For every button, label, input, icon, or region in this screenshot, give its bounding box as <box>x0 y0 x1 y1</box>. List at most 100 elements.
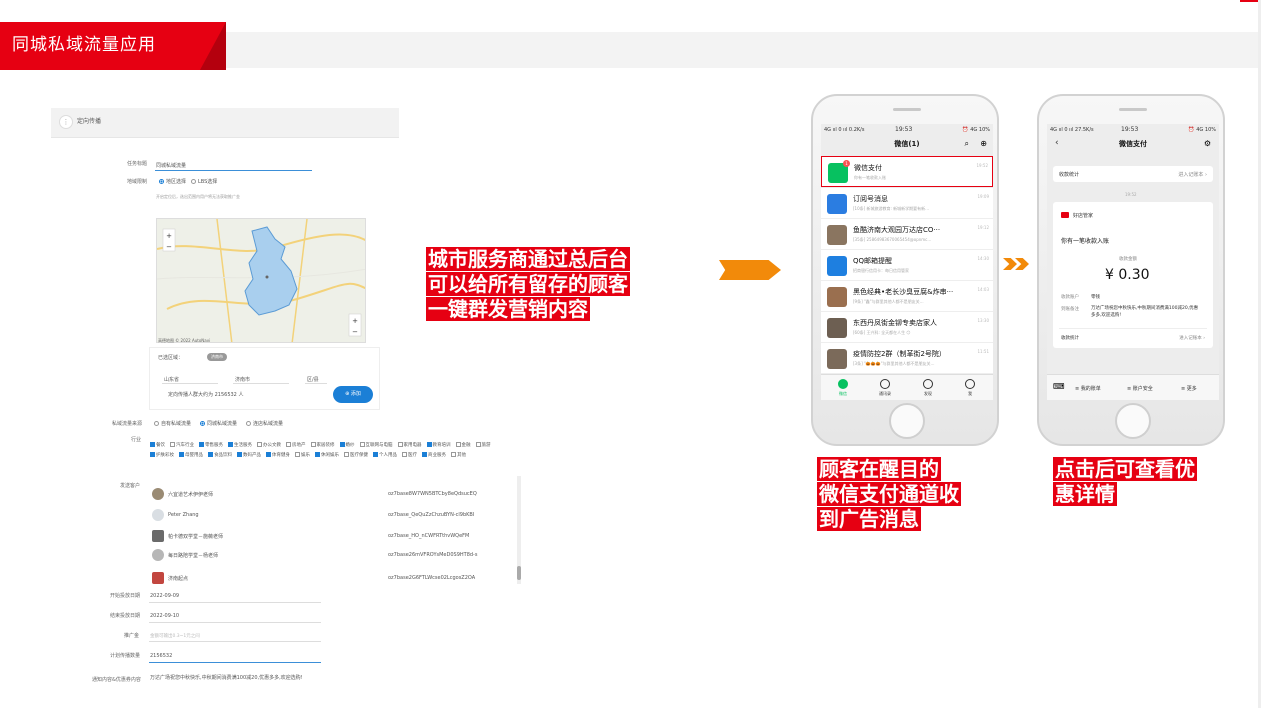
chat-item-wechat-pay[interactable]: 1 微信支付 你有一笔收款入账 19:52 <box>821 156 993 187</box>
industry-checkbox[interactable]: 食品饮料 <box>208 451 232 461</box>
industry-label-text: 医疗保健 <box>350 453 368 458</box>
industry-checkbox[interactable]: 医疗保健 <box>344 451 368 461</box>
svg-text:−: − <box>166 243 172 251</box>
customer-row[interactable]: 每日路陪学堂－杨老师 oz7base26mVFROYsMeD0S9HT8d-s <box>152 547 512 565</box>
stats-bar[interactable]: 收款统计 进入记账本 › <box>1053 166 1213 182</box>
industry-checkbox[interactable]: 家居装修 <box>310 441 335 451</box>
tab-wechat[interactable]: 微信 <box>828 379 858 397</box>
industry-checkbox[interactable]: 商业服务 <box>422 451 446 461</box>
wechat-screen: 4G ııl 0 ııl 0.2K/s 19:53 ⏰ 4G 10% 微信(1)… <box>821 124 993 400</box>
scrollbar-thumb[interactable] <box>517 566 521 580</box>
region-radio-area[interactable]: 地区选择 <box>159 178 186 185</box>
caption-left: 城市服务商通过总后台 可以给所有留存的顾客 一键群发营销内容 <box>426 247 630 322</box>
amount-label: 收款金额 <box>1119 257 1137 262</box>
industry-checkbox[interactable]: 旅游 <box>475 441 491 451</box>
district-underline <box>305 383 327 384</box>
footer-stats-link[interactable]: 进入记账本 › <box>1179 335 1205 341</box>
chat-item[interactable]: 订阅号消息 [10条] 新城旅游教育: 新城新学期要有新… 19:09 <box>821 188 993 219</box>
industry-checkbox[interactable]: 办公文教 <box>257 441 281 451</box>
gear-icon[interactable]: ⚙ <box>1204 139 1211 148</box>
home-button[interactable] <box>1115 403 1151 439</box>
stats-link[interactable]: 进入记账本 › <box>1178 171 1207 178</box>
chat-item[interactable]: 黑色经典•老长沙臭豆腐&炸串··· [9条] "鑫"与群里其他人都不是朋友关… … <box>821 281 993 312</box>
caption-mid-line: 微信支付通道收 <box>817 482 961 506</box>
industry-checkbox[interactable]: 餐饮 <box>150 441 165 451</box>
keyboard-icon[interactable]: ⌨ <box>1053 382 1065 391</box>
status-right: ⏰ 4G 10% <box>962 127 990 133</box>
notice-label: 通知内容&优惠券内容 <box>92 677 141 683</box>
region-radio-lbs[interactable]: LBS选择 <box>191 178 217 185</box>
source-opt-own[interactable]: 自有私域流量 <box>154 420 191 427</box>
customer-row[interactable]: 帕卡德双学堂－施薇老师 oz7base_HO_nCWFRTthvWQeFM <box>152 528 512 546</box>
industry-checkbox[interactable]: 家用电器 <box>397 441 422 451</box>
industry-checkbox[interactable]: 母婴用品 <box>179 451 203 461</box>
start-date-label: 开始投放日期 <box>110 593 141 599</box>
industry-checkbox[interactable]: 体育健身 <box>266 451 290 461</box>
ad-fee-input[interactable]: 金额可输出0.3~1元之间 <box>150 633 200 639</box>
industry-checkbox[interactable]: 金融 <box>455 441 471 451</box>
plan-count-input[interactable]: 2156532 <box>150 653 172 659</box>
menu-my-bills[interactable]: ≡ 我的账单 <box>1075 385 1101 392</box>
industry-checkbox[interactable]: 汽车行业 <box>170 441 194 451</box>
phone-wechat: 4G ııl 0 ııl 0.2K/s 19:53 ⏰ 4G 10% 微信(1)… <box>811 94 999 446</box>
radio-on-icon <box>159 179 164 184</box>
radio-off-icon <box>191 179 196 184</box>
home-button[interactable] <box>889 403 925 439</box>
checkbox-checked-icon <box>208 452 213 457</box>
industry-checkbox[interactable]: 其他 <box>451 451 466 461</box>
customer-name: 六宜道艺术伊伊老师 <box>168 492 214 498</box>
district-select[interactable]: 区/县 <box>307 376 319 383</box>
industry-checkbox[interactable]: 娱乐 <box>295 451 310 461</box>
province-select[interactable]: 山东省 <box>164 376 179 383</box>
customer-row[interactable]: 六宜道艺术伊伊老师 oz7base8W7WN5BTCby8eQdsucEQ <box>152 486 512 504</box>
chat-item[interactable]: 疫情防控2群（制革街2号院） [3条] "🎃🎃🎃"与群里其他人都不是朋友关… 1… <box>821 343 993 374</box>
task-title-input[interactable]: 同城私域流量 <box>156 162 186 169</box>
customer-list-scrollbar[interactable] <box>517 476 521 584</box>
checkbox-empty-icon <box>257 442 262 447</box>
start-date-input[interactable]: 2022-09-09 <box>150 593 179 599</box>
chat-item[interactable]: 东西丹凤街金铆专卖店家人 [60条] 王兴科: 全天都在人生 😊 13:30 <box>821 312 993 343</box>
tab-contacts[interactable]: 通讯录 <box>870 379 900 397</box>
end-date-input[interactable]: 2022-09-10 <box>150 613 179 619</box>
tab-discover[interactable]: 发现 <box>913 379 943 397</box>
menu-icon[interactable]: ⋮ <box>59 115 73 129</box>
industry-checkbox[interactable]: 婚纱 <box>339 441 355 451</box>
industry-checkbox[interactable]: 护肤彩妆 <box>150 451 174 461</box>
add-button[interactable]: ⊕ 添加 <box>333 386 373 403</box>
customer-row[interactable]: Peter Zhang oz7base_QeQuZzChzuBYN-cl9bKBI <box>152 507 512 525</box>
industry-checkbox[interactable]: 医疗 <box>402 451 417 461</box>
city-select[interactable]: 济南市 <box>235 376 250 383</box>
industry-checkbox[interactable]: 数码产品 <box>237 451 261 461</box>
industry-checkbox[interactable]: 个人用品 <box>373 451 397 461</box>
industry-checkbox[interactable]: 零售服务 <box>199 441 223 451</box>
tab-me[interactable]: 我 <box>955 379 985 397</box>
chevron-right-icon <box>1015 258 1029 270</box>
industry-checkbox[interactable]: 教育培训 <box>426 441 451 451</box>
avatar <box>152 509 164 521</box>
search-icon[interactable]: ⌕ <box>965 139 969 149</box>
customers-label: 发送客户 <box>120 483 141 489</box>
payment-message-card[interactable]: 好店管家 你有一笔收款入账 收款金额 ¥ 0.30 收款账户 零钱 到账备注 万… <box>1053 202 1213 348</box>
source-opt-chain[interactable]: 连店私域流量 <box>246 420 283 427</box>
industry-checkbox[interactable]: 休闲娱乐 <box>315 451 339 461</box>
chat-item[interactable]: QQ邮箱提醒 招商银行信用卡：每日信用管家 14:30 <box>821 250 993 281</box>
industry-label-text: 教育培训 <box>432 443 451 448</box>
industry-label-text: 其他 <box>457 453 466 458</box>
menu-account-security[interactable]: ≡ 账户安全 <box>1127 385 1153 392</box>
industry-checkbox[interactable]: 生活服务 <box>228 441 252 451</box>
menu-more[interactable]: ≡ 更多 <box>1181 385 1197 392</box>
checkbox-checked-icon <box>339 442 345 447</box>
chat-time: 14:03 <box>977 287 989 292</box>
industry-checkbox[interactable]: 互联网与电脑 <box>359 441 393 451</box>
compass-icon <box>923 379 933 389</box>
industry-checkbox[interactable]: 房地产 <box>286 441 306 451</box>
selected-region-tag[interactable]: 济南市 <box>207 353 227 361</box>
region-map[interactable]: + − + − <box>156 218 366 343</box>
chat-item[interactable]: 鱼酷济南大观园万达店CO··· [35条] 25864983670065454@… <box>821 219 993 250</box>
industry-label-text: 商业服务 <box>428 453 446 458</box>
customer-row[interactable]: 济南起点 oz7base2G6FTLWcse02LcgosZ2OA <box>152 570 512 588</box>
start-date-underline <box>149 602 321 603</box>
notice-input[interactable]: 万达广场祝您中秋快乐,中秋期间消费满100减20,优惠多多,欢迎选购! <box>150 674 303 681</box>
source-opt-city[interactable]: 同城私域流量 <box>200 420 237 427</box>
add-icon[interactable]: ⊕ <box>980 139 987 148</box>
